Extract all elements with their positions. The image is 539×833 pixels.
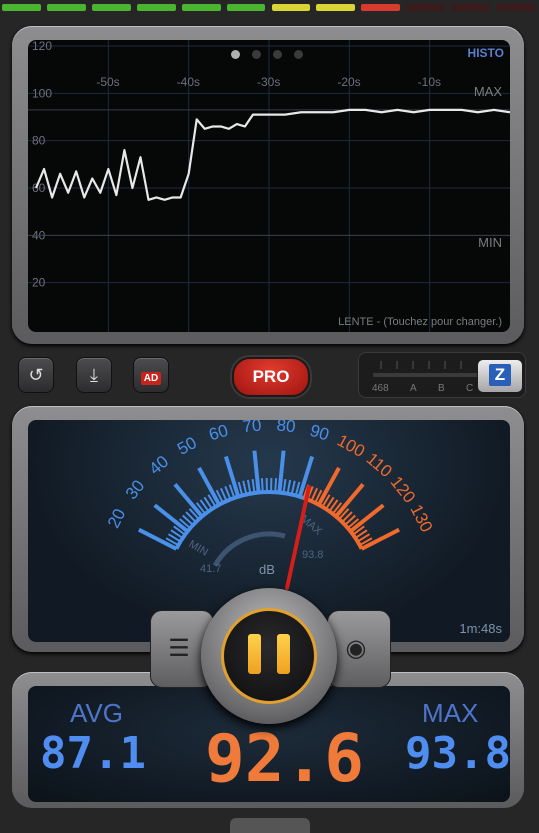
meter-needle [285, 485, 311, 590]
elapsed-timer: 1m:48s [459, 621, 502, 636]
camera-icon: ◉ [345, 635, 367, 662]
avg-value: 87.1 [40, 728, 146, 779]
y-tick-label: 80 [32, 134, 46, 148]
pause-icon [248, 634, 261, 674]
y-tick-label: 120 [32, 40, 52, 53]
scale-label: 40 [146, 452, 173, 479]
scale-label: 80 [276, 420, 297, 436]
scale-tick [334, 483, 365, 518]
min-marker-label: MIN [478, 235, 502, 250]
minmax-min-label: MIN [187, 538, 211, 559]
minmax-arc [212, 531, 286, 567]
scale-tick [349, 503, 385, 533]
histo-title: HISTO [467, 46, 504, 60]
pro-button[interactable]: PRO [232, 357, 310, 397]
page-dot[interactable] [273, 50, 282, 59]
download-icon: ⤓ [90, 365, 98, 385]
scale-tick [277, 450, 286, 493]
level-segment [46, 4, 86, 11]
scale-label: 60 [207, 421, 231, 445]
level-segment [181, 4, 221, 11]
level-segment [271, 4, 311, 11]
scale-tick [251, 479, 256, 494]
scale-tick [260, 478, 264, 493]
pause-icon-bar [277, 634, 290, 674]
scale-tick [317, 466, 341, 506]
minmax-min-value: 41.7 [200, 563, 221, 575]
export-button[interactable]: ⤓ [76, 357, 112, 393]
weighting-c: C [466, 383, 474, 394]
page-dot[interactable] [252, 50, 261, 59]
ad-icon: AD [140, 372, 162, 385]
x-tick-label: -10s [418, 75, 441, 89]
level-bar [0, 4, 539, 12]
scale-tick [153, 503, 189, 533]
avg-label: AVG [70, 698, 123, 728]
scale-tick [252, 450, 261, 493]
level-segment [406, 4, 446, 11]
page-indicator[interactable] [231, 46, 315, 64]
x-tick-label: -40s [177, 75, 200, 89]
scale-tick [242, 480, 248, 495]
x-tick-label: -50s [96, 75, 119, 89]
ad-button[interactable]: AD [133, 357, 169, 393]
speed-hint[interactable]: LENTE - (Touchez pour changer.) [338, 316, 502, 328]
scale-tick [282, 479, 287, 494]
pause-button[interactable] [221, 608, 317, 704]
page-dot[interactable] [231, 50, 240, 59]
scale-tick [197, 466, 221, 506]
minmax-max-value: 93.8 [302, 549, 323, 561]
x-tick-label: -20s [337, 75, 360, 89]
y-tick-label: 100 [32, 86, 52, 100]
reset-button[interactable]: ↺ [18, 357, 54, 393]
scale-tick [286, 479, 292, 494]
max-label: MAX [422, 698, 479, 728]
history-chart[interactable]: 120 100 80 60 40 20 -50s -40s -30s -20s -10s HISTO… [28, 40, 510, 332]
scale-label: 120 [387, 473, 420, 507]
level-segment [91, 4, 131, 11]
scale-tick [360, 527, 400, 551]
scale-label: 70 [242, 420, 263, 436]
weighting-b: B [438, 383, 445, 394]
current-value: 92.6 [205, 720, 364, 797]
scale-label: 130 [406, 501, 436, 535]
scale-tick [274, 478, 278, 493]
drawer-handle[interactable] [230, 818, 310, 833]
history-plot: 12010080604020-50s -40s -30s -20s -10s [28, 40, 510, 332]
scale-label: 90 [308, 421, 332, 445]
notepad-icon: ☰ [168, 635, 190, 662]
level-segment [451, 4, 491, 11]
scale-label: 100 [334, 431, 368, 461]
level-segment [2, 4, 41, 11]
scale-label: 30 [122, 476, 149, 503]
max-marker-label: MAX [473, 84, 502, 99]
level-segment [226, 4, 266, 11]
weighting-z-button[interactable]: Z [478, 360, 522, 392]
weighting-a: A [410, 383, 417, 394]
scale-tick [173, 483, 204, 518]
y-tick-label: 20 [32, 276, 46, 290]
scale-label: 110 [363, 449, 396, 481]
page-dot[interactable] [294, 50, 303, 59]
level-segment [136, 4, 176, 11]
weighting-z-label: Z [489, 364, 511, 386]
level-segment [496, 4, 535, 11]
weighting-468: 468 [372, 383, 389, 394]
x-tick-label: -30s [257, 75, 280, 89]
level-segment [361, 4, 401, 11]
scale-tick [138, 527, 178, 551]
scale-label: 20 [104, 506, 130, 531]
max-value: 93.8 [405, 728, 511, 779]
level-segment [316, 4, 356, 11]
scale-tick [290, 480, 296, 495]
level-history-line [35, 108, 510, 201]
scale-tick [246, 479, 252, 494]
meter-unit-label: dB [259, 562, 275, 577]
reset-icon: ↺ [28, 365, 44, 385]
scale-label: 50 [174, 433, 200, 459]
